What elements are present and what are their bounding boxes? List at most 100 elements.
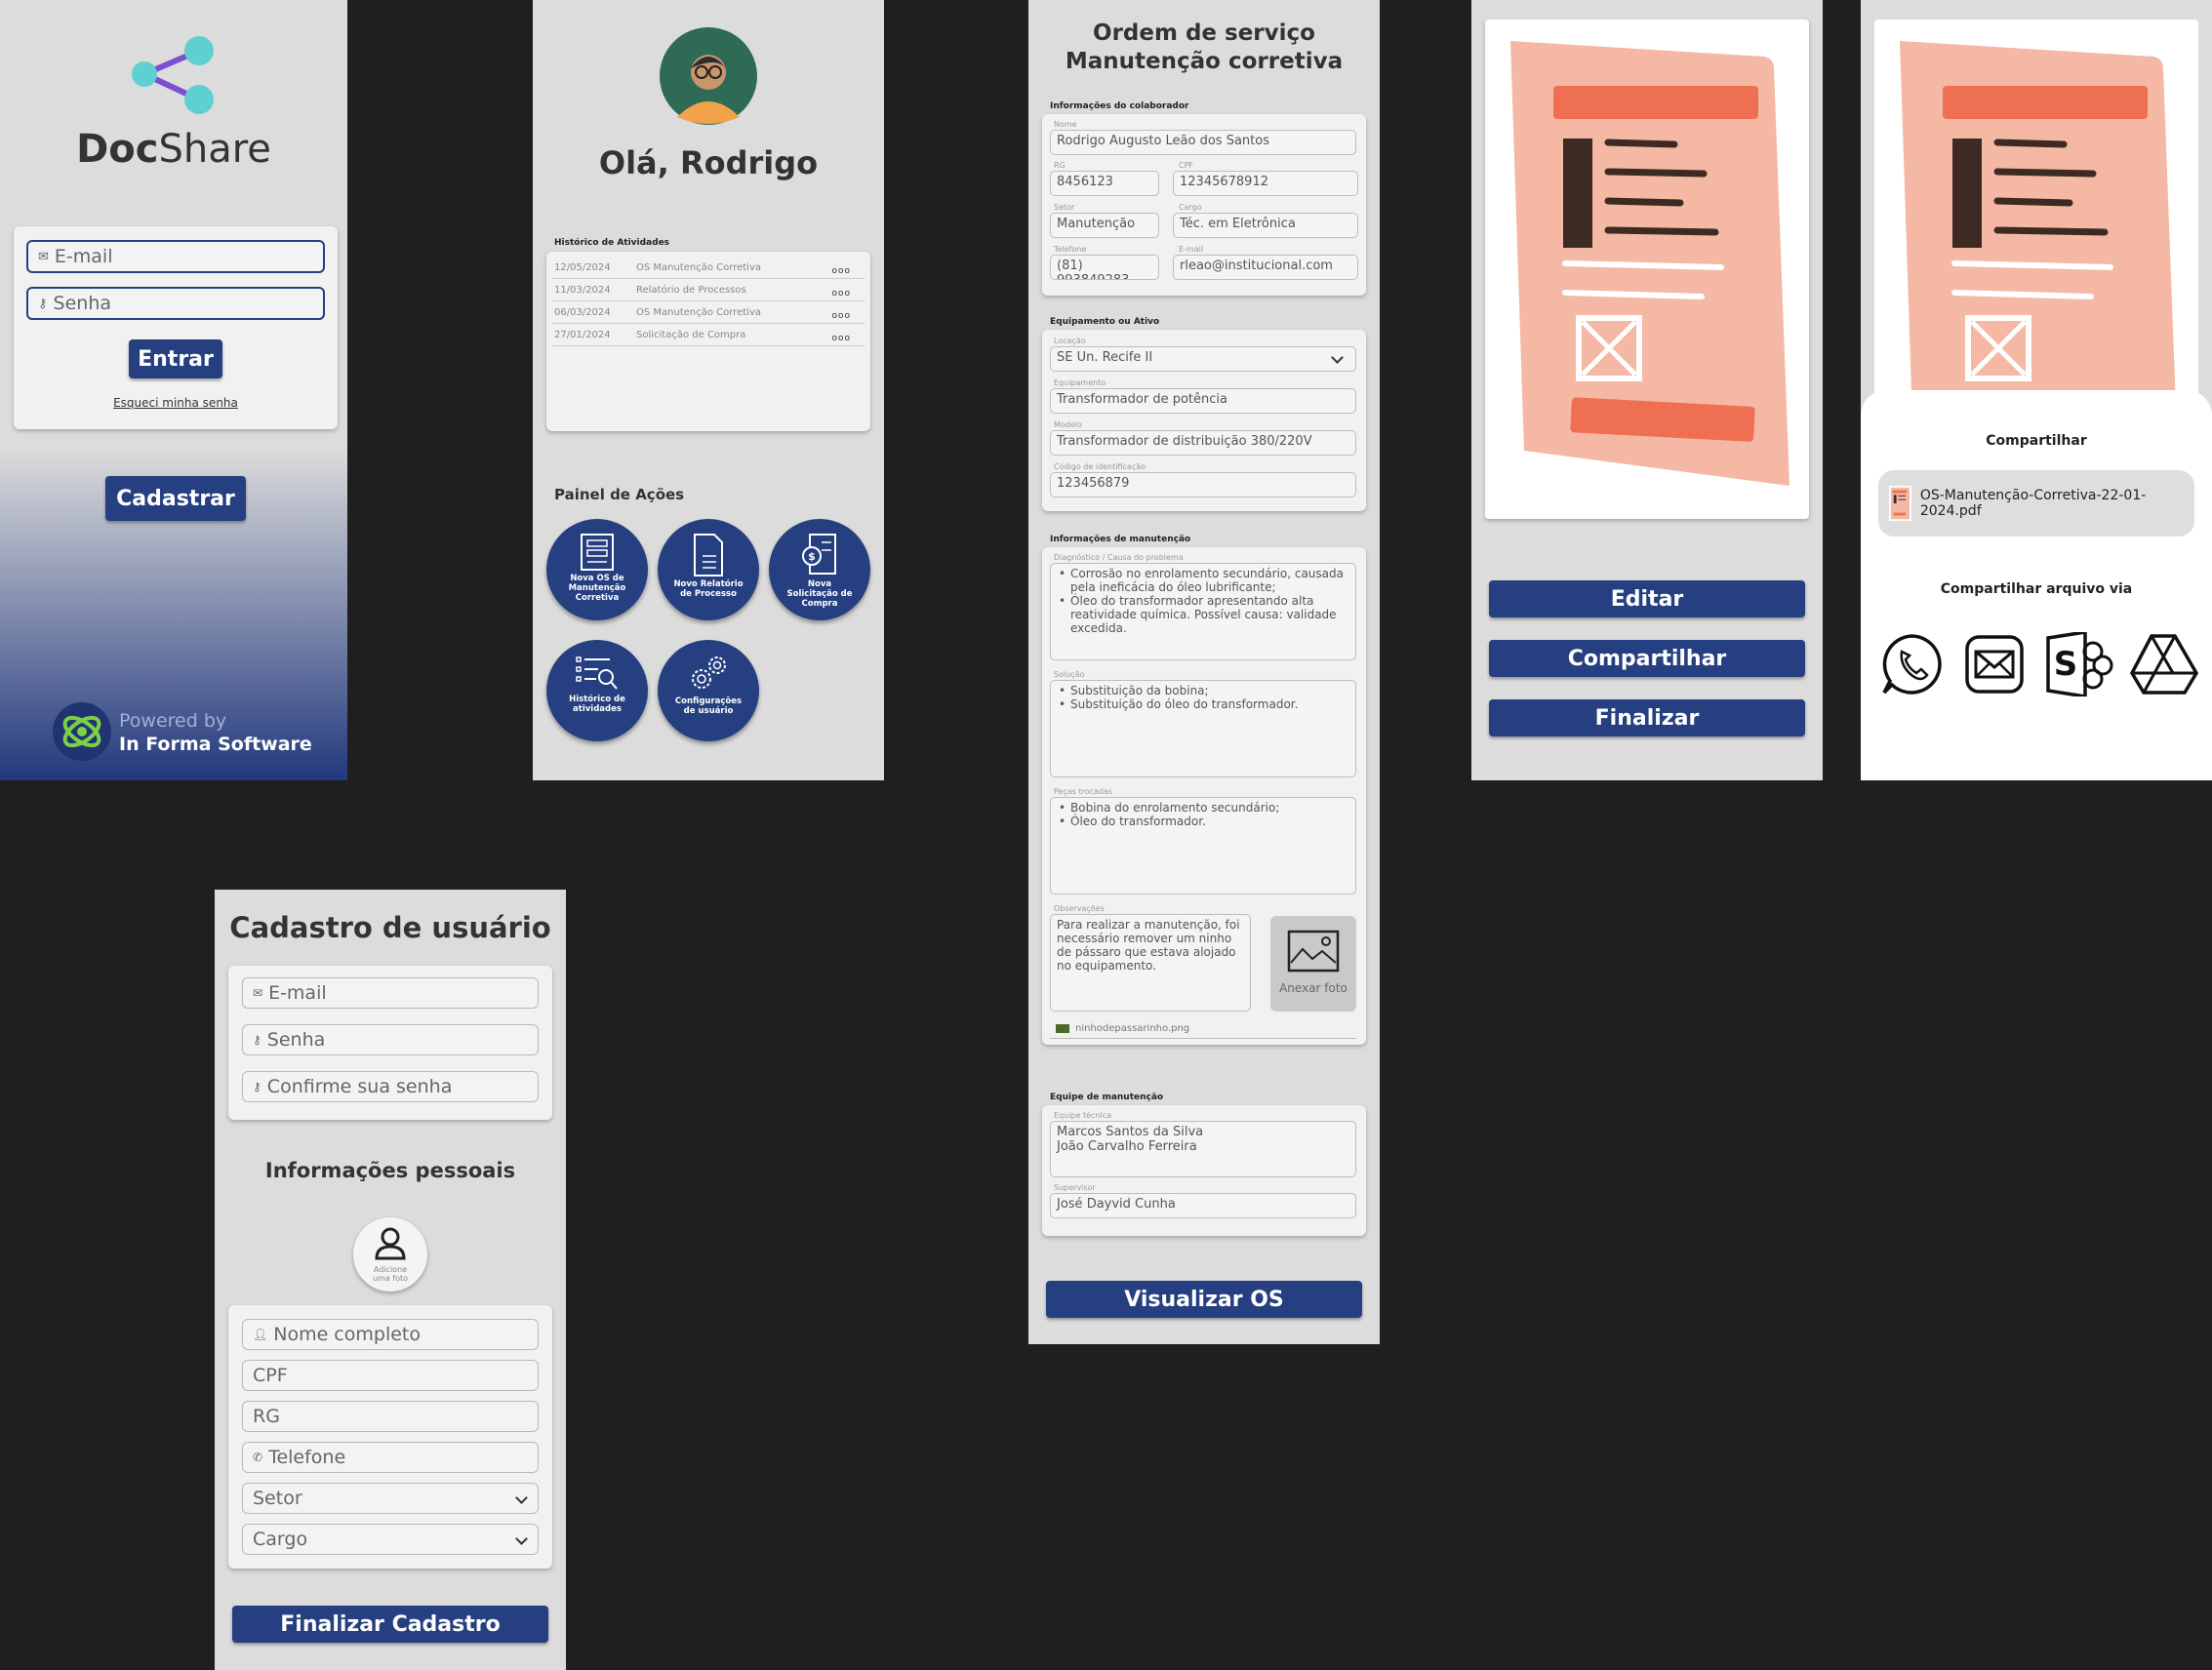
bullet-icon: • (1059, 594, 1066, 608)
forgot-password-link[interactable]: Esqueci minha senha (14, 396, 338, 410)
share-button[interactable]: Compartilhar (1489, 640, 1805, 677)
more-options-icon[interactable]: ooo (831, 289, 851, 298)
solution-item: • Substituição da bobina; (1059, 684, 1209, 697)
fullname-input[interactable]: 👤︎ Nome completo (242, 1319, 539, 1350)
user-icon (375, 1227, 406, 1260)
add-photo-button[interactable]: Adicione uma foto (353, 1217, 427, 1292)
cpf-input[interactable]: CPF (242, 1360, 539, 1391)
finish-register-button[interactable]: Finalizar Cadastro (232, 1606, 548, 1643)
obs-field[interactable]: Para realizar a manutenção, foi necessár… (1050, 914, 1251, 1012)
personal-card: 👤︎ Nome completo CPF RG ✆ Telefone Setor C… (228, 1305, 552, 1569)
new-corrective-os-button[interactable]: Nova OS de Manutenção Corretiva (546, 519, 648, 620)
password-input[interactable]: ⚷ Senha (242, 1024, 539, 1055)
rg-input[interactable]: RG (242, 1401, 539, 1432)
id-field[interactable]: 123456879 (1050, 472, 1356, 497)
history-row[interactable]: 06/03/2024 OS Manutenção Corretiva ooo (552, 302, 865, 324)
solution-label: Solução (1054, 670, 1085, 679)
history-card: 12/05/2024 OS Manutenção Corretiva ooo 11/… (546, 252, 870, 431)
supervisor-field[interactable]: José Dayvid Cunha (1050, 1193, 1356, 1218)
edit-button[interactable]: Editar (1489, 580, 1805, 617)
location-select[interactable]: SE Un. Recife II (1050, 346, 1356, 372)
supervisor-label: Supervisor (1054, 1183, 1096, 1192)
register-button[interactable]: Cadastrar (105, 476, 246, 521)
email-input[interactable]: ✉ E-mail (242, 977, 539, 1009)
share-sheet: Compartilhar OS-Manutenção-Corretiva-22-… (1861, 390, 2212, 780)
file-chip[interactable]: OS-Manutenção-Corretiva-22-01-2024.pdf (1878, 470, 2194, 537)
bullet-icon: • (1059, 815, 1066, 828)
whatsapp-icon[interactable] (1880, 632, 1945, 696)
os-title: Ordem de serviço Manutenção corretiva (1028, 20, 1380, 76)
finish-button[interactable]: Finalizar (1489, 699, 1805, 736)
new-process-report-button[interactable]: Novo Relatório de Processo (658, 519, 759, 620)
activity-history-button[interactable]: Histórico de atividades (546, 640, 648, 741)
share-logo-icon (132, 36, 214, 114)
more-options-icon[interactable]: ooo (831, 334, 851, 343)
rg-field[interactable]: 8456123 (1050, 171, 1159, 196)
password-input[interactable]: ⚷ Senha (26, 287, 325, 320)
confirm-placeholder: Confirme sua senha (266, 1076, 453, 1097)
action-label: Novo Relatório de Processo (673, 579, 744, 599)
diag-item: • Óleo do transformador apresentando alta… (1059, 594, 1337, 635)
email-field[interactable]: rleao@institucional.com (1173, 255, 1358, 280)
phone-field[interactable]: (81) 993849283 (1050, 255, 1159, 280)
cpf-placeholder: CPF (253, 1365, 288, 1386)
phone-input[interactable]: ✆ Telefone (242, 1442, 539, 1473)
team-card: Equipe técnica Marcos Santos da Silva Jo… (1042, 1105, 1366, 1236)
more-options-icon[interactable]: ooo (831, 266, 851, 276)
add-photo-label: Adicione uma foto (372, 1265, 409, 1283)
solution-field[interactable]: • Substituição da bobina; • Substituição d… (1050, 680, 1356, 777)
parts-field[interactable]: • Bobina do enrolamento secundário; • Óleo… (1050, 797, 1356, 895)
list-search-icon (576, 656, 618, 690)
history-date: 11/03/2024 (554, 285, 611, 296)
home-screen: Olá, Rodrigo Histórico de Atividades 12/… (533, 0, 884, 780)
sector-label: Setor (1054, 203, 1075, 212)
mail-icon: ✉ (253, 986, 263, 1000)
key-icon: ⚷ (38, 296, 48, 311)
sector-field[interactable]: Manutenção (1050, 213, 1159, 238)
email-label: E-mail (1179, 245, 1204, 254)
email-input[interactable]: ✉ E-mail (26, 240, 325, 273)
name-field[interactable]: Rodrigo Augusto Leão dos Santos (1050, 130, 1356, 155)
role-field[interactable]: Téc. em Eletrônica (1173, 213, 1358, 238)
diag-field[interactable]: • Corrosão no enrolamento secundário, cau… (1050, 563, 1356, 660)
brand-share: Share (158, 127, 271, 172)
view-os-button[interactable]: Visualizar OS (1046, 1281, 1362, 1318)
email-icon[interactable] (1964, 634, 2025, 695)
cpf-label: CPF (1179, 161, 1194, 170)
service-order-screen: Ordem de serviço Manutenção corretiva In… (1028, 0, 1380, 1344)
attachment-row[interactable]: ninhodepassarinho.png (1050, 1023, 1356, 1039)
attach-photo-button[interactable]: Anexar foto (1270, 916, 1356, 1012)
cpf-field[interactable]: 12345678912 (1173, 171, 1358, 196)
tech-field[interactable]: Marcos Santos da Silva João Carvalho Fer… (1050, 1121, 1356, 1177)
new-purchase-request-button[interactable]: $ Nova Solicitação de Compra (769, 519, 870, 620)
chevron-down-icon (515, 1491, 528, 1504)
history-row[interactable]: 12/05/2024 OS Manutenção Corretiva ooo (552, 258, 865, 279)
history-desc: OS Manutenção Corretiva (636, 307, 761, 318)
confirm-password-input[interactable]: ⚷ Confirme sua senha (242, 1071, 539, 1102)
document-illustration-icon (1900, 41, 2177, 429)
more-options-icon[interactable]: ooo (831, 311, 851, 321)
history-desc: Solicitação de Compra (636, 330, 746, 340)
equipment-label: Equipamento (1054, 378, 1106, 387)
svg-text:S: S (2054, 645, 2078, 684)
role-select[interactable]: Cargo (242, 1524, 539, 1555)
action-label: Nova Solicitação de Compra (786, 579, 853, 609)
enter-button[interactable]: Entrar (129, 339, 222, 378)
equipment-field[interactable]: Transformador de potência (1050, 388, 1356, 414)
gears-icon (692, 656, 726, 689)
user-settings-button[interactable]: Configurações de usuário (658, 640, 759, 741)
model-field[interactable]: Transformador de distribuição 380/220V (1050, 430, 1356, 456)
model-label: Modelo (1054, 420, 1082, 429)
email-placeholder: E-mail (54, 246, 113, 267)
history-row[interactable]: 11/03/2024 Relatório de Processos ooo (552, 280, 865, 301)
history-row[interactable]: 27/01/2024 Solicitação de Compra ooo (552, 325, 865, 346)
phone-placeholder: Telefone (268, 1447, 346, 1468)
bullet-icon: • (1059, 697, 1066, 711)
sector-select[interactable]: Setor (242, 1483, 539, 1514)
action-label: Configurações de usuário (674, 696, 743, 716)
drive-icon[interactable] (2130, 634, 2198, 695)
sharepoint-icon[interactable]: S (2044, 632, 2114, 696)
actions-title: Painel de Ações (554, 486, 685, 503)
chevron-down-icon (1331, 351, 1344, 364)
equip-card: Locação SE Un. Recife II Equipamento Tra… (1042, 330, 1366, 511)
